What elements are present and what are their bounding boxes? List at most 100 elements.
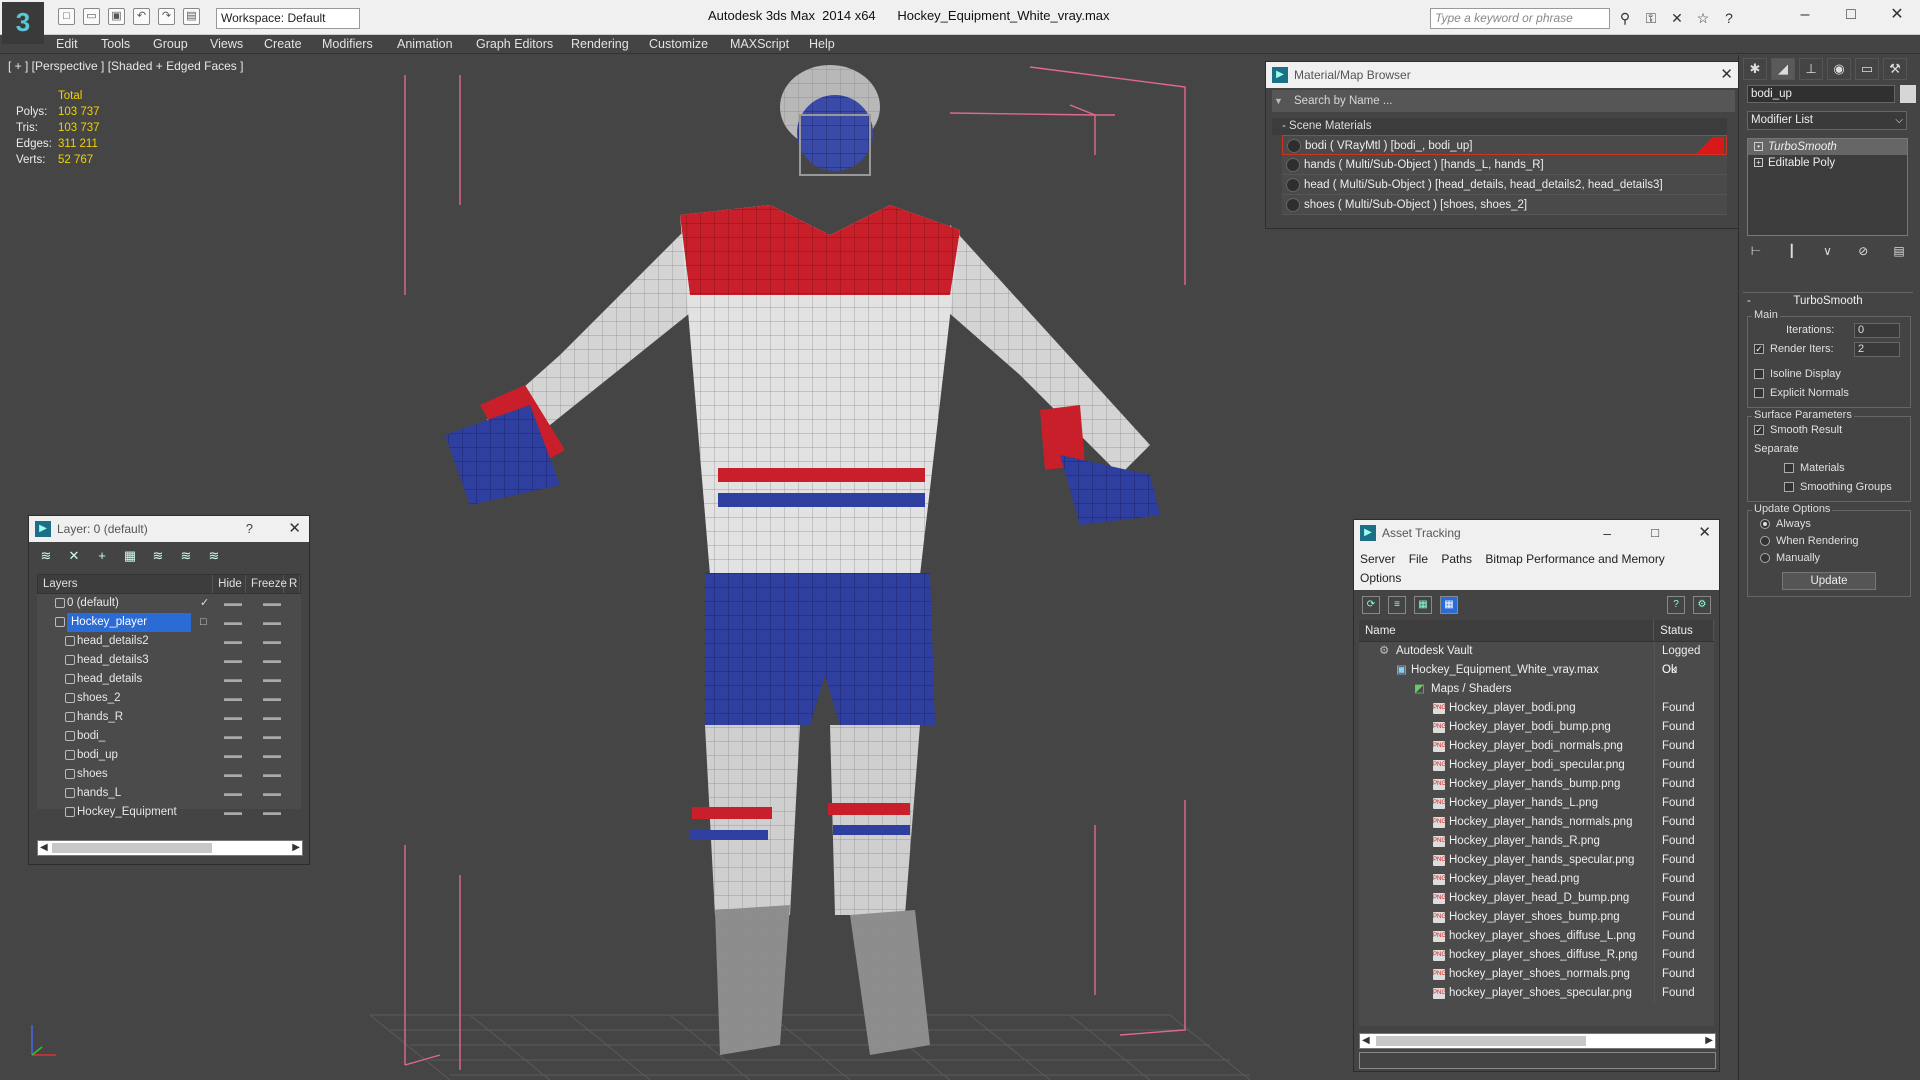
menu-create[interactable]: Create [264, 37, 302, 51]
hide-toggle[interactable]: ▬▬ [224, 689, 242, 708]
asset-row[interactable]: ⚙ Autodesk Vault Logged Ou [1359, 642, 1714, 676]
freeze-toggle[interactable]: ▬▬ [263, 689, 281, 708]
material-search-input[interactable]: Search by Name ... [1272, 90, 1735, 112]
hierarchy-tab-icon[interactable]: ⊥ [1799, 58, 1823, 80]
menu-maxscript[interactable]: MAXScript [730, 37, 789, 51]
vault-settings-icon[interactable]: ⚙ [1693, 596, 1711, 614]
col-name[interactable]: Name [1359, 620, 1655, 641]
explicit-normals-checkbox[interactable] [1754, 388, 1764, 398]
hide-toggle[interactable]: ▬▬ [224, 765, 242, 784]
add-to-layer-icon[interactable]: + [93, 548, 111, 564]
layer-object-row[interactable]: shoes_2 ▬▬ ▬▬ [37, 689, 301, 708]
menu-help[interactable]: Help [809, 37, 835, 51]
update-button[interactable]: Update [1782, 572, 1876, 590]
menu-rendering[interactable]: Rendering [571, 37, 629, 51]
asset-map-row[interactable]: PNG Hockey_player_hands_bump.png Found [1359, 775, 1714, 794]
hide-all-icon[interactable]: ≋ [177, 548, 195, 564]
create-tab-icon[interactable]: ✱ [1743, 58, 1767, 80]
object-name-field[interactable]: bodi_up [1747, 85, 1895, 103]
layer-object-row[interactable]: Hockey_Equipment ▬▬ ▬▬ [37, 803, 301, 822]
material-item[interactable]: hands ( Multi/Sub-Object ) [hands_L, han… [1282, 155, 1727, 175]
active-layer-check-icon[interactable]: ✓ [200, 594, 209, 613]
close-icon[interactable]: ✕ [1720, 62, 1733, 88]
freeze-toggle[interactable]: ▬▬ [263, 613, 281, 632]
show-end-result-icon[interactable]: ┃ [1783, 243, 1801, 259]
layer-object-row[interactable]: shoes ▬▬ ▬▬ [37, 765, 301, 784]
material-browser-title-bar[interactable]: ▶ Material/Map Browser ✕ [1266, 62, 1741, 88]
asset-map-row[interactable]: PNG Hockey_player_hands_normals.png Found [1359, 813, 1714, 832]
binoculars-icon[interactable]: ⚲ [1616, 9, 1634, 27]
render-iters-spinner[interactable]: 2 [1854, 342, 1900, 357]
col-hide[interactable]: Hide [213, 575, 247, 593]
menu-modifiers[interactable]: Modifiers [322, 37, 373, 51]
motion-tab-icon[interactable]: ◉ [1827, 58, 1851, 80]
keyword-search-input[interactable]: Type a keyword or phrase [1430, 8, 1610, 29]
asset-row[interactable]: ▣ Hockey_Equipment_White_vray.max Ok [1359, 661, 1714, 680]
layer-object-row[interactable]: bodi_up ▬▬ ▬▬ [37, 746, 301, 765]
manually-radio[interactable] [1760, 553, 1770, 563]
make-unique-icon[interactable]: ∨ [1819, 243, 1837, 259]
select-objects-icon[interactable]: ▦ [121, 548, 139, 564]
maximize-icon[interactable]: □ [1828, 0, 1874, 30]
isoline-checkbox[interactable] [1754, 369, 1764, 379]
stack-item-turbosmooth[interactable]: • TurboSmooth [1748, 139, 1907, 155]
freeze-toggle[interactable]: ▬▬ [263, 651, 281, 670]
scroll-right-icon[interactable]: ▶ [1705, 1034, 1713, 1048]
menu-graph-editors[interactable]: Graph Editors [476, 37, 553, 51]
create-layer-icon[interactable]: ≋ [37, 548, 55, 564]
col-freeze[interactable]: Freeze [246, 575, 287, 593]
material-item[interactable]: shoes ( Multi/Sub-Object ) [shoes, shoes… [1282, 195, 1727, 215]
layer-object-row[interactable]: hands_R ▬▬ ▬▬ [37, 708, 301, 727]
stack-item-editable-poly[interactable]: + Editable Poly [1748, 155, 1907, 171]
scroll-left-icon[interactable]: ◀ [40, 841, 48, 855]
minimize-icon[interactable]: – [1603, 520, 1611, 546]
menu-paths[interactable]: Paths [1441, 552, 1472, 566]
asset-map-row[interactable]: PNG Hockey_player_bodi_normals.png Found [1359, 737, 1714, 756]
menu-edit[interactable]: Edit [56, 37, 78, 51]
scene-materials-group[interactable]: - Scene Materials [1272, 118, 1727, 135]
asset-tracking-title-bar[interactable]: ▶ Asset Tracking – □ ✕ [1354, 520, 1719, 546]
menu-bitmap-performance[interactable]: Bitmap Performance and Memory [1485, 552, 1664, 566]
hide-toggle[interactable]: ▬▬ [224, 594, 242, 613]
viewport-label[interactable]: [ + ] [Perspective ] [Shaded + Edged Fac… [8, 59, 243, 73]
layer-row[interactable]: 0 (default) ✓ ▬▬ ▬▬ [37, 594, 301, 613]
layer-horizontal-scrollbar[interactable]: ◀ ▶ [37, 840, 303, 856]
col-render[interactable]: R [284, 575, 300, 593]
asset-map-row[interactable]: PNG Hockey_player_shoes_bump.png Found [1359, 908, 1714, 927]
freeze-toggle[interactable]: ▬▬ [263, 708, 281, 727]
materials-checkbox[interactable] [1784, 463, 1794, 473]
thumbnail-view-icon[interactable]: ▦ [1414, 596, 1432, 614]
project-folder-icon[interactable]: ▤ [183, 8, 200, 25]
menu-views[interactable]: Views [210, 37, 243, 51]
menu-server[interactable]: Server [1360, 552, 1395, 566]
table-view-icon[interactable]: ▦ [1440, 596, 1458, 614]
asset-map-row[interactable]: PNG Hockey_player_head_D_bump.png Found [1359, 889, 1714, 908]
freeze-toggle[interactable]: ▬▬ [263, 765, 281, 784]
asset-map-row[interactable]: PNG Hockey_player_bodi_bump.png Found [1359, 718, 1714, 737]
layer-object-row[interactable]: bodi_ ▬▬ ▬▬ [37, 727, 301, 746]
asset-map-row[interactable]: PNG Hockey_player_hands_R.png Found [1359, 832, 1714, 851]
freeze-toggle[interactable]: ▬▬ [263, 670, 281, 689]
layer-object-row[interactable]: head_details2 ▬▬ ▬▬ [37, 632, 301, 651]
configure-sets-icon[interactable]: ▤ [1890, 243, 1908, 259]
iterations-spinner[interactable]: 0 [1854, 323, 1900, 338]
display-tab-icon[interactable]: ▭ [1855, 58, 1879, 80]
close-icon[interactable]: ✕ [1698, 520, 1711, 546]
asset-map-row[interactable]: PNG Hockey_player_hands_L.png Found [1359, 794, 1714, 813]
new-file-icon[interactable]: □ [58, 8, 75, 25]
workspace-dropdown[interactable]: Workspace: Default [216, 8, 360, 29]
material-item[interactable]: head ( Multi/Sub-Object ) [head_details,… [1282, 175, 1727, 195]
scrollbar-thumb[interactable] [1376, 1036, 1586, 1046]
scroll-left-icon[interactable]: ◀ [1362, 1034, 1370, 1048]
scroll-right-icon[interactable]: ▶ [292, 841, 300, 855]
smoothing-groups-checkbox[interactable] [1784, 482, 1794, 492]
asset-map-row[interactable]: PNG hockey_player_shoes_diffuse_L.png Foun… [1359, 927, 1714, 946]
modifier-list-dropdown[interactable]: Modifier List [1747, 111, 1907, 130]
scrollbar-thumb[interactable] [52, 843, 212, 853]
freeze-all-icon[interactable]: ≋ [205, 548, 223, 564]
material-item[interactable]: bodi ( VRayMtl ) [bodi_, bodi_up] [1282, 135, 1727, 155]
freeze-toggle[interactable]: ▬▬ [263, 803, 281, 822]
menu-animation[interactable]: Animation [397, 37, 453, 51]
layer-object-row[interactable]: hands_L ▬▬ ▬▬ [37, 784, 301, 803]
close-icon[interactable]: ✕ [288, 516, 301, 542]
